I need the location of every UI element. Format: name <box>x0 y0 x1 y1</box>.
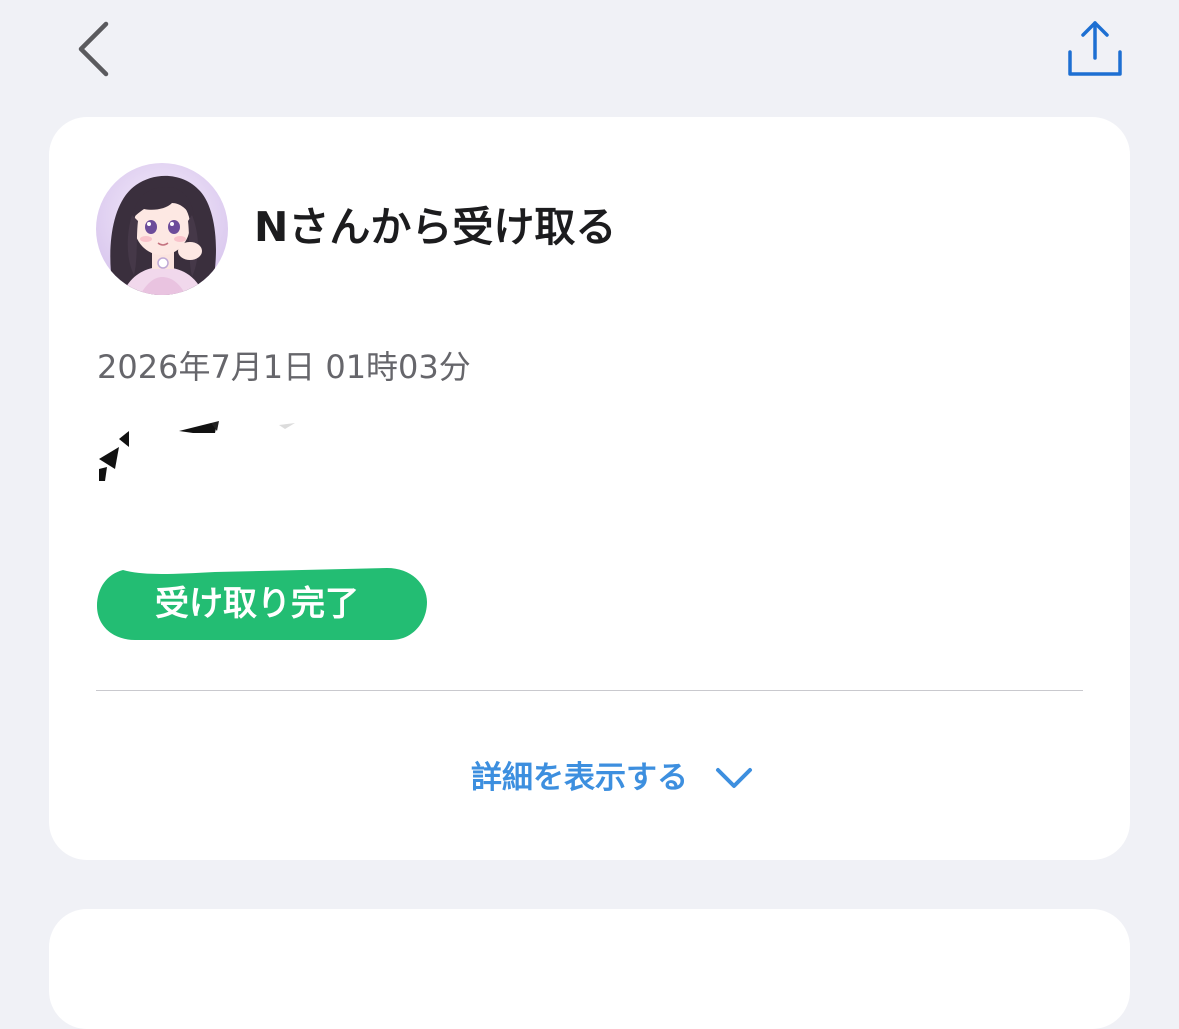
share-icon <box>1068 21 1122 76</box>
chevron-down-icon <box>716 768 752 788</box>
next-card <box>49 909 1130 1029</box>
share-button[interactable] <box>1062 18 1128 80</box>
show-details-button[interactable]: 詳細を表示する <box>49 749 1130 807</box>
divider <box>96 690 1083 691</box>
redaction-mark <box>99 421 295 481</box>
transaction-card: Nさんから受け取る 2026年7月1日 01時03分 受け取り完了 詳細を表示す… <box>49 117 1130 860</box>
show-details-label: 詳細を表示する <box>471 760 688 796</box>
page-title: Nさんから受け取る <box>254 203 617 251</box>
status-label: 受け取り完了 <box>155 584 359 624</box>
transaction-datetime: 2026年7月1日 01時03分 <box>97 348 471 386</box>
chevron-left-icon <box>78 21 109 77</box>
avatar <box>96 163 228 295</box>
status-badge: 受け取り完了 <box>95 566 429 642</box>
back-button[interactable] <box>72 18 118 84</box>
